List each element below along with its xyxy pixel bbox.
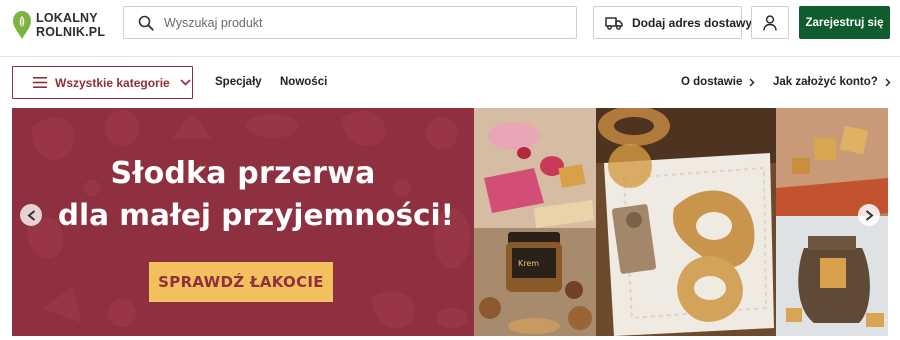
o-dostawie-label: O dostawie (681, 76, 743, 88)
nav-link-jak-zalozyc-konto[interactable]: Jak założyć konto? (773, 76, 891, 88)
logo-line1: LOKALNY (36, 11, 98, 25)
search-input[interactable] (164, 15, 564, 30)
chevron-right-icon (749, 78, 755, 86)
arrow-left-icon (26, 209, 35, 221)
nav-link-o-dostawie[interactable]: O dostawie (681, 76, 755, 88)
check-sweets-button[interactable]: SPRAWDŹ ŁAKOCIE (149, 262, 333, 302)
logo-text: LOKALNY ROLNIK.PL (36, 11, 105, 39)
jak-zalozyc-konto-label: Jak założyć konto? (773, 76, 878, 88)
hero-text-panel: Słodka przerwa dla małej przyjemności! S… (12, 108, 474, 336)
chevron-down-icon (180, 79, 191, 86)
slider-prev-button[interactable] (20, 204, 42, 226)
user-icon (763, 14, 777, 31)
top-header: LOKALNY ROLNIK.PL Dodaj adres dostawy Za… (0, 0, 900, 57)
all-categories-button[interactable]: Wszystkie kategorie (12, 66, 193, 99)
hero-title-line2: dla małej przyjemności! (57, 198, 455, 232)
chevron-right-icon (885, 78, 891, 86)
search-icon[interactable] (138, 15, 154, 31)
nav-link-nowosci[interactable]: Nowości (280, 76, 327, 88)
truck-icon (605, 16, 623, 30)
nav-link-specjaly[interactable]: Specjały (215, 76, 262, 88)
all-categories-label: Wszystkie kategorie (55, 75, 170, 90)
slider-next-button[interactable] (858, 204, 880, 226)
logo-line2: ROLNIK.PL (36, 25, 106, 39)
account-button[interactable] (751, 6, 789, 39)
main-navigation: Wszystkie kategorie Specjały Nowości O d… (0, 57, 900, 108)
add-delivery-address-button[interactable]: Dodaj adres dostawy (593, 6, 752, 39)
hero-title-line1: Słodka przerwa (110, 156, 376, 191)
hero-banner[interactable]: Słodka przerwa dla małej przyjemności! S… (12, 108, 888, 336)
delivery-label: Dodaj adres dostawy (632, 15, 753, 30)
arrow-right-icon (865, 209, 874, 221)
search-bar (123, 6, 577, 39)
site-logo[interactable]: LOKALNY ROLNIK.PL (12, 8, 107, 42)
sweets-photo: Krem (474, 108, 888, 336)
leaf-pin-icon (13, 11, 31, 39)
jar-label-text: Krem (518, 259, 539, 268)
hamburger-icon (33, 77, 47, 88)
hero-photo-collage: Krem (474, 108, 888, 336)
register-button[interactable]: Zarejestruj się (799, 6, 890, 39)
